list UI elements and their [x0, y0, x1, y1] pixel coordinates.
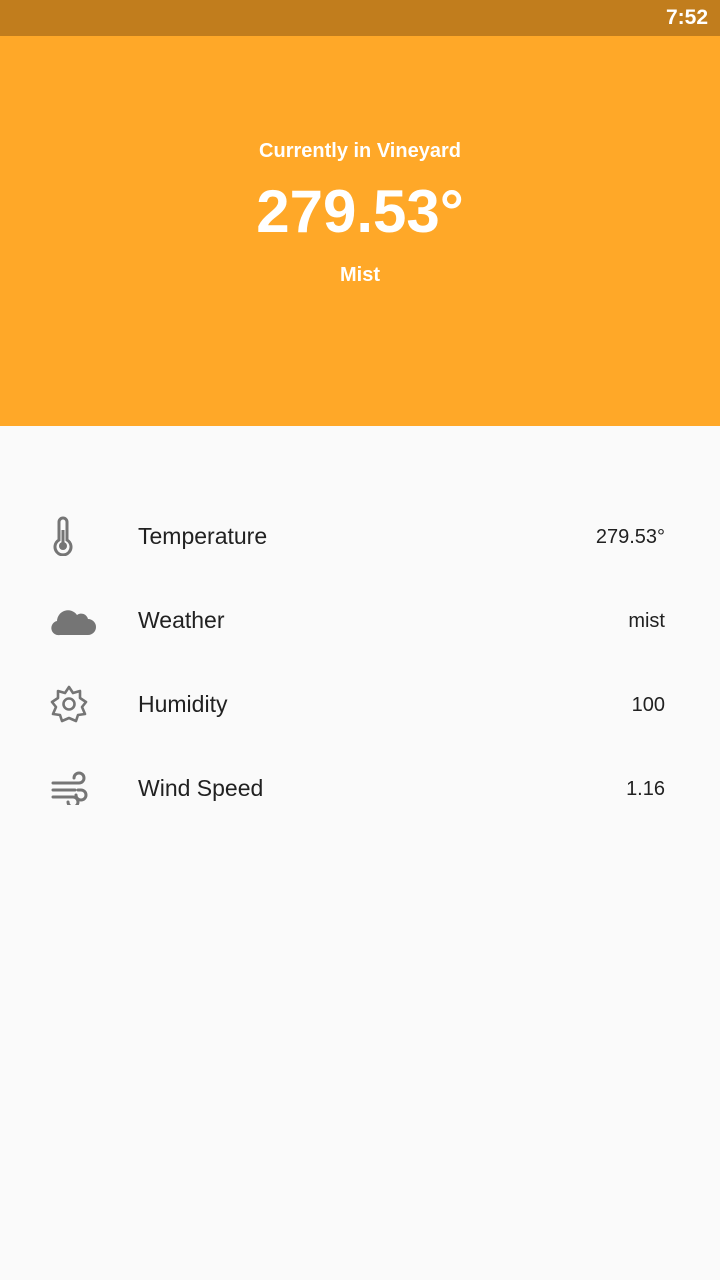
- detail-label: Weather: [138, 607, 225, 633]
- weather-description: Mist: [340, 264, 380, 286]
- cloud-icon: [50, 596, 98, 644]
- detail-label: Humidity: [138, 691, 228, 717]
- detail-label: Wind Speed: [138, 775, 264, 801]
- detail-value: 100: [631, 694, 665, 716]
- thermometer-icon: [50, 512, 98, 560]
- detail-value: 279.53°: [595, 526, 665, 548]
- detail-value: mist: [628, 610, 665, 632]
- detail-value: 1.16: [626, 778, 665, 800]
- detail-row-temperature: Temperature 279.53°: [0, 494, 720, 578]
- detail-row-humidity: Humidity 100: [0, 662, 720, 746]
- wind-icon: [50, 764, 98, 812]
- current-temperature: 279.53°: [256, 178, 464, 245]
- status-time: 7:52: [665, 6, 708, 29]
- detail-label: Temperature: [138, 523, 268, 549]
- weather-header: Currently in Vineyard 279.53° Mist: [0, 36, 720, 426]
- detail-row-weather: Weather mist: [0, 578, 720, 662]
- location-title: Currently in Vineyard: [259, 140, 461, 162]
- gear-icon: [50, 680, 98, 728]
- status-bar: 7:52: [0, 0, 720, 36]
- detail-row-wind-speed: Wind Speed 1.16: [0, 746, 720, 830]
